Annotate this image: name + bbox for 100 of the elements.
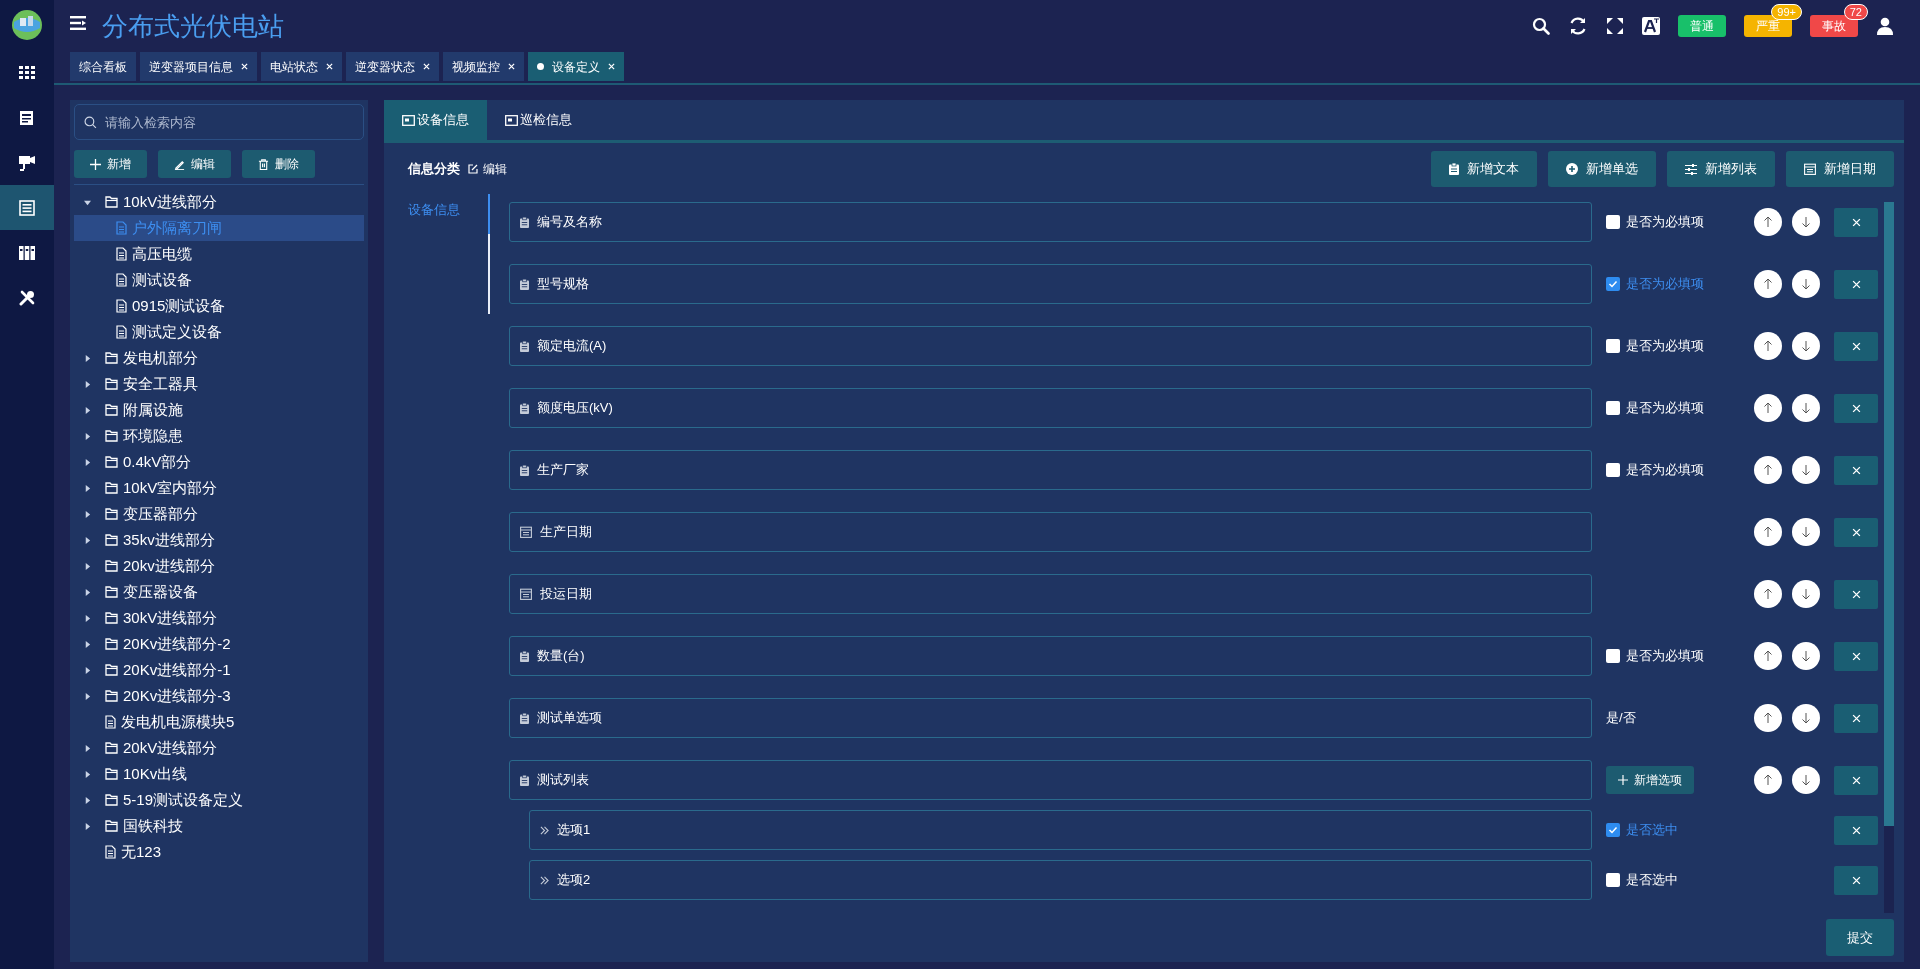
form-field[interactable]: 编号及名称 bbox=[509, 202, 1592, 242]
page-tab[interactable]: 电站状态 bbox=[261, 52, 342, 81]
remove-button[interactable] bbox=[1834, 765, 1878, 795]
toolbar-button[interactable]: 编辑 bbox=[158, 150, 231, 178]
page-tab[interactable]: 逆变器状态 bbox=[346, 52, 439, 81]
remove-button[interactable] bbox=[1834, 641, 1878, 671]
toolbar-button[interactable]: 删除 bbox=[242, 150, 315, 178]
edit-link[interactable]: 编辑 bbox=[468, 160, 507, 178]
page-tab[interactable]: 综合看板 bbox=[70, 52, 136, 81]
tree-item[interactable]: 0915测试设备 bbox=[74, 293, 364, 319]
move-up-button[interactable] bbox=[1754, 766, 1782, 794]
tree-item[interactable]: 20Kv进线部分-1 bbox=[74, 657, 364, 683]
move-down-button[interactable] bbox=[1792, 208, 1820, 236]
move-down-button[interactable] bbox=[1792, 394, 1820, 422]
form-field[interactable]: 生产日期 bbox=[509, 512, 1592, 552]
tree-item[interactable]: 测试定义设备 bbox=[74, 319, 364, 345]
remove-button[interactable] bbox=[1834, 703, 1878, 733]
search-field[interactable]: 请输入检索内容 bbox=[74, 104, 364, 140]
tree-item[interactable]: 发电机部分 bbox=[74, 345, 364, 371]
option-field[interactable]: 选项2 bbox=[529, 860, 1592, 900]
move-down-button[interactable] bbox=[1792, 456, 1820, 484]
remove-button[interactable] bbox=[1834, 865, 1878, 895]
move-up-button[interactable] bbox=[1754, 580, 1782, 608]
move-up-button[interactable] bbox=[1754, 456, 1782, 484]
remove-button[interactable] bbox=[1834, 207, 1878, 237]
checkbox[interactable] bbox=[1606, 401, 1620, 415]
remove-button[interactable] bbox=[1834, 331, 1878, 361]
tree-item[interactable]: 20Kv进线部分-2 bbox=[74, 631, 364, 657]
tree-item[interactable]: 10kV进线部分 bbox=[74, 189, 364, 215]
tree-item[interactable]: 测试设备 bbox=[74, 267, 364, 293]
form-field[interactable]: 型号规格 bbox=[509, 264, 1592, 304]
add-button[interactable]: 新增文本 bbox=[1431, 151, 1537, 187]
move-down-button[interactable] bbox=[1792, 270, 1820, 298]
move-down-button[interactable] bbox=[1792, 518, 1820, 546]
tree-item[interactable]: 高压电缆 bbox=[74, 241, 364, 267]
sidebar-item[interactable] bbox=[0, 185, 54, 230]
move-down-button[interactable] bbox=[1792, 704, 1820, 732]
toolbar-button[interactable]: 新增 bbox=[74, 150, 147, 178]
remove-button[interactable] bbox=[1834, 269, 1878, 299]
move-down-button[interactable] bbox=[1792, 580, 1820, 608]
user-button[interactable] bbox=[1876, 17, 1894, 35]
refresh-button[interactable] bbox=[1568, 16, 1588, 36]
add-button[interactable]: 新增列表 bbox=[1667, 151, 1775, 187]
checkbox[interactable] bbox=[1606, 823, 1620, 837]
tree-item[interactable]: 30kV进线部分 bbox=[74, 605, 364, 631]
move-up-button[interactable] bbox=[1754, 208, 1782, 236]
tree-item[interactable]: 安全工器具 bbox=[74, 371, 364, 397]
move-down-button[interactable] bbox=[1792, 332, 1820, 360]
form-field[interactable]: 投运日期 bbox=[509, 574, 1592, 614]
checkbox[interactable] bbox=[1606, 873, 1620, 887]
tree-item[interactable]: 20kV进线部分 bbox=[74, 735, 364, 761]
checkbox[interactable] bbox=[1606, 463, 1620, 477]
remove-button[interactable] bbox=[1834, 455, 1878, 485]
page-tab[interactable]: 设备定义 bbox=[528, 52, 624, 81]
checkbox[interactable] bbox=[1606, 215, 1620, 229]
add-option-button[interactable]: 新增选项 bbox=[1606, 766, 1694, 794]
category-item[interactable]: 设备信息 bbox=[408, 194, 490, 234]
move-up-button[interactable] bbox=[1754, 642, 1782, 670]
add-button[interactable]: 新增日期 bbox=[1786, 151, 1894, 187]
checkbox[interactable] bbox=[1606, 649, 1620, 663]
form-field[interactable]: 额定电流(A) bbox=[509, 326, 1592, 366]
search-button[interactable] bbox=[1532, 17, 1550, 35]
tree-item[interactable]: 0.4kV部分 bbox=[74, 449, 364, 475]
tree-item[interactable]: 变压器设备 bbox=[74, 579, 364, 605]
move-up-button[interactable] bbox=[1754, 394, 1782, 422]
move-up-button[interactable] bbox=[1754, 704, 1782, 732]
tree-item[interactable]: 10kV室内部分 bbox=[74, 475, 364, 501]
submit-button[interactable]: 提交 bbox=[1826, 919, 1894, 956]
remove-button[interactable] bbox=[1834, 517, 1878, 547]
remove-button[interactable] bbox=[1834, 393, 1878, 423]
tree-item[interactable]: 变压器部分 bbox=[74, 501, 364, 527]
fullscreen-button[interactable] bbox=[1606, 17, 1624, 35]
form-field[interactable]: 测试单选项 bbox=[509, 698, 1592, 738]
tree-item[interactable]: 国铁科技 bbox=[74, 813, 364, 839]
page-tab[interactable]: 视频监控 bbox=[443, 52, 524, 81]
tree-item[interactable]: 35kv进线部分 bbox=[74, 527, 364, 553]
move-up-button[interactable] bbox=[1754, 270, 1782, 298]
form-field[interactable]: 生产厂家 bbox=[509, 450, 1592, 490]
tree-item[interactable]: 附属设施 bbox=[74, 397, 364, 423]
option-field[interactable]: 选项1 bbox=[529, 810, 1592, 850]
move-up-button[interactable] bbox=[1754, 518, 1782, 546]
move-down-button[interactable] bbox=[1792, 766, 1820, 794]
form-field[interactable]: 测试列表 bbox=[509, 760, 1592, 800]
translate-button[interactable] bbox=[1642, 17, 1660, 35]
tree-item[interactable]: 5-19测试设备定义 bbox=[74, 787, 364, 813]
move-up-button[interactable] bbox=[1754, 332, 1782, 360]
menu-button[interactable] bbox=[70, 16, 86, 31]
move-down-button[interactable] bbox=[1792, 642, 1820, 670]
form-field[interactable]: 额度电压(kV) bbox=[509, 388, 1592, 428]
tree-item[interactable]: 环境隐患 bbox=[74, 423, 364, 449]
form-field[interactable]: 数量(台) bbox=[509, 636, 1592, 676]
detail-tab[interactable]: 设备信息 bbox=[384, 100, 487, 140]
alert-button[interactable]: 事故 bbox=[1810, 15, 1858, 37]
tree-item[interactable]: 20kv进线部分 bbox=[74, 553, 364, 579]
add-button[interactable]: 新增单选 bbox=[1548, 151, 1656, 187]
detail-tab[interactable]: 巡检信息 bbox=[487, 100, 590, 140]
tree-item[interactable]: 10Kv出线 bbox=[74, 761, 364, 787]
remove-button[interactable] bbox=[1834, 815, 1878, 845]
remove-button[interactable] bbox=[1834, 579, 1878, 609]
scrollbar[interactable] bbox=[1884, 202, 1894, 913]
